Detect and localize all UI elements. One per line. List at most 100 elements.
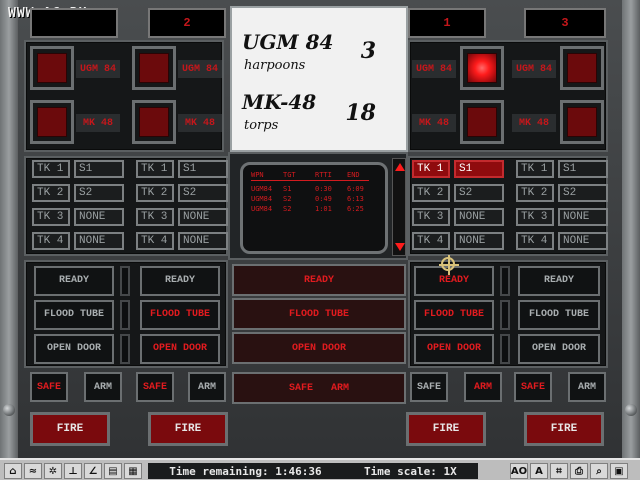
table-row[interactable]: UGM84 S1 0:30 6:09 xyxy=(251,185,369,193)
printer-icon[interactable]: ⎙ xyxy=(570,463,588,479)
open-door-button[interactable]: OPEN DOOR xyxy=(414,334,494,364)
center-open-door-button[interactable]: OPEN DOOR xyxy=(232,332,406,364)
ready-button[interactable]: READY xyxy=(414,266,494,296)
arm-button[interactable]: ARM xyxy=(568,372,606,402)
tk-3-target[interactable]: NONE xyxy=(558,208,608,226)
tk-4-target[interactable]: NONE xyxy=(454,232,504,250)
tk-1-target[interactable]: S1 xyxy=(454,160,504,178)
safe-button[interactable]: SAFE xyxy=(410,372,448,402)
flood-tube-button[interactable]: FLOOD TUBE xyxy=(34,300,114,330)
center-flood-tube-button[interactable]: FLOOD TUBE xyxy=(232,298,406,330)
col-tgt: TGT xyxy=(283,171,296,179)
ugm84-label: UGM 84 xyxy=(76,60,120,78)
inventory-weapon-2-type: torps xyxy=(244,118,279,133)
tk-2-target[interactable]: S2 xyxy=(74,184,124,202)
fire-button[interactable]: FIRE xyxy=(148,412,228,446)
arm-button[interactable]: ARM xyxy=(84,372,122,402)
tk-1-label[interactable]: TK 1 xyxy=(412,160,450,178)
right-rail xyxy=(622,0,640,458)
mk48-select-button[interactable] xyxy=(132,100,176,144)
tk-1-label[interactable]: TK 1 xyxy=(136,160,174,178)
tk-1-target[interactable]: S1 xyxy=(74,160,124,178)
scroll-up-icon[interactable] xyxy=(395,163,405,171)
tk-3-label[interactable]: TK 3 xyxy=(516,208,554,226)
ready-button[interactable]: READY xyxy=(518,266,600,296)
ugm84-select-button[interactable] xyxy=(132,46,176,90)
flood-tube-button[interactable]: FLOOD TUBE xyxy=(414,300,494,330)
safe-button[interactable]: SAFE xyxy=(514,372,552,402)
inventory-weapon-1-type: harpoons xyxy=(244,58,306,73)
tk-2-target[interactable]: S2 xyxy=(558,184,608,202)
tk-2-target[interactable]: S2 xyxy=(178,184,228,202)
fire-button[interactable]: FIRE xyxy=(406,412,486,446)
zoom-icon[interactable]: ⌕ xyxy=(590,463,608,479)
font-a-icon[interactable]: A xyxy=(530,463,548,479)
tk-4-target[interactable]: NONE xyxy=(558,232,608,250)
map-icon[interactable]: ⌂ xyxy=(4,463,22,479)
center-ready-button[interactable]: READY xyxy=(232,264,406,296)
rivet-icon xyxy=(3,404,15,416)
tk-1-label[interactable]: TK 1 xyxy=(516,160,554,178)
ready-button[interactable]: READY xyxy=(34,266,114,296)
inventory-weapon-1-name: UGM 84 xyxy=(242,30,334,54)
flood-tube-button[interactable]: FLOOD TUBE xyxy=(140,300,220,330)
open-door-button[interactable]: OPEN DOOR xyxy=(34,334,114,364)
tk-4-label[interactable]: TK 4 xyxy=(516,232,554,250)
scroll-down-icon[interactable] xyxy=(395,243,405,251)
arm-button[interactable]: ARM xyxy=(464,372,502,402)
ugm84-select-button[interactable] xyxy=(460,46,504,90)
ao-icon[interactable]: AO xyxy=(510,463,528,479)
mk48-select-button[interactable] xyxy=(560,100,604,144)
tk-3-target[interactable]: NONE xyxy=(178,208,228,226)
safe-button[interactable]: SAFE xyxy=(136,372,174,402)
flood-tube-button[interactable]: FLOOD TUBE xyxy=(518,300,600,330)
fire-button[interactable]: FIRE xyxy=(30,412,110,446)
open-door-button[interactable]: OPEN DOOR xyxy=(140,334,220,364)
waterfall-icon[interactable]: ▤ xyxy=(104,463,122,479)
tk-3-label[interactable]: TK 3 xyxy=(32,208,70,226)
center-safe-arm-switch[interactable]: SAFE ARM xyxy=(232,372,406,404)
ugm84-select-button[interactable] xyxy=(30,46,74,90)
tma-icon[interactable]: ∠ xyxy=(84,463,102,479)
tk-4-target[interactable]: NONE xyxy=(74,232,124,250)
tk-1-target[interactable]: S1 xyxy=(558,160,608,178)
table-row[interactable]: UGM84 S2 1:01 6:25 xyxy=(251,205,369,213)
safe-label: SAFE xyxy=(288,382,313,394)
tk-3-label[interactable]: TK 3 xyxy=(136,208,174,226)
mk48-label: MK 48 xyxy=(412,114,456,132)
cell: 1:01 xyxy=(315,205,332,213)
mk48-select-button[interactable] xyxy=(30,100,74,144)
monitor-scrollbar[interactable] xyxy=(392,158,406,256)
safe-button[interactable]: SAFE xyxy=(30,372,68,402)
fire-button[interactable]: FIRE xyxy=(524,412,604,446)
monitor-header: WPN TGT RTTI END xyxy=(251,171,369,181)
tk-4-label[interactable]: TK 4 xyxy=(136,232,174,250)
film-icon[interactable]: ▦ xyxy=(124,463,142,479)
tk-3-target[interactable]: NONE xyxy=(74,208,124,226)
time-scale-value: 1X xyxy=(443,464,457,478)
arm-button[interactable]: ARM xyxy=(188,372,226,402)
table-row[interactable]: UGM84 S2 0:49 6:13 xyxy=(251,195,369,203)
tk-4-label[interactable]: TK 4 xyxy=(412,232,450,250)
ugm84-select-button[interactable] xyxy=(560,46,604,90)
tk-4-label[interactable]: TK 4 xyxy=(32,232,70,250)
tk-2-label[interactable]: TK 2 xyxy=(136,184,174,202)
tk-2-target[interactable]: S2 xyxy=(454,184,504,202)
periscope-icon[interactable]: ⊥ xyxy=(64,463,82,479)
ready-button[interactable]: READY xyxy=(140,266,220,296)
tk-1-label[interactable]: TK 1 xyxy=(32,160,70,178)
exit-icon[interactable]: ▣ xyxy=(610,463,628,479)
tk-1-target[interactable]: S1 xyxy=(178,160,228,178)
tk-3-target[interactable]: NONE xyxy=(454,208,504,226)
network-icon[interactable]: ⌗ xyxy=(550,463,568,479)
tk-2-label[interactable]: TK 2 xyxy=(32,184,70,202)
sonar-icon[interactable]: ≈ xyxy=(24,463,42,479)
tk-2-label[interactable]: TK 2 xyxy=(412,184,450,202)
tk-2-label[interactable]: TK 2 xyxy=(516,184,554,202)
tk-3-label[interactable]: TK 3 xyxy=(412,208,450,226)
open-door-button[interactable]: OPEN DOOR xyxy=(518,334,600,364)
tk-4-target[interactable]: NONE xyxy=(178,232,228,250)
mk48-select-button[interactable] xyxy=(460,100,504,144)
col-rtti: RTTI xyxy=(315,171,332,179)
helm-icon[interactable]: ✲ xyxy=(44,463,62,479)
